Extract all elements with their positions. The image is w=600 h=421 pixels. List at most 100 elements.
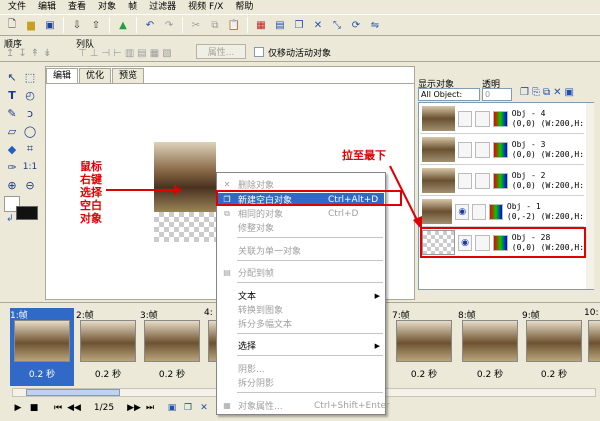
frame-duration[interactable]: 0.2 秒 (458, 367, 522, 380)
order-arrows-icon[interactable]: ↥↧↟↡ (6, 48, 56, 59)
frame-item[interactable]: 2:帧 0.2 秒 (76, 308, 140, 386)
menu-item-split-shadow[interactable]: 拆分阴影 (218, 376, 384, 389)
layers-icon[interactable]: ❐ (291, 17, 307, 33)
canvas-transparent-area[interactable] (154, 212, 216, 242)
menu-item-text[interactable]: 文本 ▶ (218, 289, 384, 303)
panel-action-icons[interactable]: ❐⎘⧉✕▣ (520, 87, 577, 98)
layer-row[interactable]: Obj - 3 (0,0) (W:200,H: (420, 135, 584, 165)
fill-tool-icon[interactable]: ◆ (4, 142, 20, 156)
object-filter-select[interactable]: All Object: (418, 88, 480, 101)
export-icon[interactable]: ⇧ (88, 17, 104, 33)
frame-duration[interactable]: 0.2 秒 (76, 367, 140, 380)
menu-item-select[interactable]: 选择 ▶ (218, 339, 384, 353)
eraser-tool-icon[interactable]: ▱ (4, 124, 20, 138)
frame-item[interactable]: 9:帧 0.2 秒 (522, 308, 586, 386)
timeline-scroll-thumb[interactable] (26, 389, 120, 396)
crop-tool-icon[interactable]: ⌗ (22, 142, 38, 156)
foreground-color-swatch[interactable] (16, 206, 38, 220)
import-icon[interactable]: ⇩ (69, 17, 85, 33)
lock-toggle[interactable] (475, 141, 491, 158)
grid-icon[interactable]: ▤ (272, 17, 288, 33)
transparency-input[interactable]: 0 (482, 88, 512, 101)
layer-row[interactable]: ◉ Obj - 1 (0,-2) (W:200,H: (420, 197, 584, 227)
frame-item[interactable]: 7:帧 0.2 秒 (392, 308, 456, 386)
tab-preview[interactable]: 预览 (112, 68, 145, 83)
new-file-icon[interactable]: 🗋 (4, 17, 20, 33)
canvas-image[interactable] (154, 142, 216, 212)
menu-filter[interactable]: 过滤器 (143, 0, 182, 14)
tab-optimize[interactable]: 优化 (79, 68, 112, 83)
menu-item-merge-objects[interactable]: 关联为单一对象 (218, 244, 384, 257)
text-tool-icon[interactable]: T (4, 88, 20, 102)
eyedropper-tool-icon[interactable]: ✑ (4, 160, 20, 174)
menu-item-duplicate-object[interactable]: ⧉ 相同的对象 Ctrl+D (218, 207, 384, 221)
stop-icon[interactable]: ■ (26, 401, 42, 415)
frame-duration[interactable]: 0.2 秒 (522, 367, 586, 380)
frame-item[interactable]: 8:帧 0.2 秒 (458, 308, 522, 386)
menu-view[interactable]: 查看 (62, 0, 92, 14)
prev-frame-icon[interactable]: ◀◀ (66, 401, 82, 415)
paste-icon[interactable]: 📋 (226, 17, 242, 33)
undo-icon[interactable]: ↶ (142, 17, 158, 33)
eye-icon[interactable]: ◉ (455, 203, 470, 220)
menu-object[interactable]: 对象 (92, 0, 122, 14)
visibility-toggle[interactable] (457, 172, 473, 189)
frame-icon[interactable]: ▦ (253, 17, 269, 33)
rotate-icon[interactable]: ⟳ (348, 17, 364, 33)
ellipse-tool-icon[interactable]: ◯ (22, 124, 38, 138)
open-folder-icon[interactable]: ▆ (23, 17, 39, 33)
redo-icon[interactable]: ↷ (161, 17, 177, 33)
lock-toggle[interactable] (475, 110, 491, 127)
copy-icon[interactable]: ⧉ (207, 17, 223, 33)
brush-tool-icon[interactable]: ✎ (4, 106, 20, 120)
menu-file[interactable]: 文件 (2, 0, 32, 14)
marquee-tool-icon[interactable]: ⬚ (22, 70, 38, 84)
layer-row[interactable]: Obj - 2 (0,0) (W:200,H: (420, 166, 584, 196)
last-frame-icon[interactable]: ⏭ (142, 401, 158, 415)
zoom-in-icon[interactable]: ⊕ (4, 178, 20, 192)
frame-duration[interactable]: 0.2 秒 (140, 367, 204, 380)
resize-icon[interactable]: ⤡ (329, 17, 345, 33)
lock-toggle[interactable] (472, 203, 487, 220)
move-active-only-checkbox[interactable] (254, 47, 264, 57)
swap-colors-icon[interactable]: ↲ (6, 214, 14, 224)
flip-icon[interactable]: ⇋ (367, 17, 383, 33)
cut-icon[interactable]: ✂ (188, 17, 204, 33)
play-icon[interactable]: ▶ (10, 401, 26, 415)
delete-frame-icon[interactable]: ✕ (196, 401, 212, 415)
duplicate-frame-icon[interactable]: ❐ (180, 401, 196, 415)
lock-toggle[interactable] (475, 172, 491, 189)
zoom-out-icon[interactable]: ⊖ (22, 178, 38, 192)
layer-list-scrollbar[interactable] (586, 103, 594, 289)
menu-item-shadow[interactable]: 阴影... (218, 362, 384, 375)
frame-duration[interactable]: 0.2 秒 (392, 367, 456, 380)
menu-item-convert-to-image[interactable]: 转换到图象 (218, 303, 384, 316)
frame-item[interactable]: 3:帧 0.2 秒 (140, 308, 204, 386)
menu-edit[interactable]: 编辑 (32, 0, 62, 14)
align-icons[interactable]: ⊤⊥⊣⊢▥▤▦▧ (78, 48, 175, 59)
menu-frame[interactable]: 帧 (122, 0, 143, 14)
layer-row[interactable]: Obj - 4 (0,0) (W:200,H: (420, 104, 584, 134)
save-icon[interactable]: ▣ (42, 17, 58, 33)
visibility-toggle[interactable] (457, 110, 473, 127)
crop-icon[interactable]: ✕ (310, 17, 326, 33)
menu-item-object-properties[interactable]: ▦ 对象属性... Ctrl+Shift+Enter (218, 399, 390, 413)
frame-duration[interactable]: 0.2 秒 (10, 367, 74, 380)
properties-button[interactable]: 属性... (196, 44, 246, 59)
actual-size-icon[interactable]: 1:1 (22, 160, 38, 174)
menu-item-trim-object[interactable]: 修整对象 (218, 221, 384, 234)
visibility-toggle[interactable] (457, 141, 473, 158)
next-frame-icon[interactable]: ▶▶ (126, 401, 142, 415)
arrow-tool-icon[interactable]: ↖ (4, 70, 20, 84)
first-frame-icon[interactable]: ⏮ (50, 401, 66, 415)
menu-video-fx[interactable]: 视频 F/X (182, 0, 229, 14)
frame-item[interactable]: 10: (584, 308, 600, 386)
add-frame-icon[interactable]: ▣ (164, 401, 180, 415)
color-icon[interactable]: ▲ (115, 17, 131, 33)
frame-item[interactable]: 4: (204, 308, 216, 386)
tab-edit[interactable]: 编辑 (46, 68, 79, 83)
rotate-tool-icon[interactable]: ◴ (22, 88, 38, 102)
menu-help[interactable]: 帮助 (229, 0, 259, 14)
menu-item-split-text[interactable]: 拆分多幅文本 (218, 317, 384, 330)
menu-item-assign-to-frames[interactable]: ▤ 分配到帧 (218, 266, 384, 279)
